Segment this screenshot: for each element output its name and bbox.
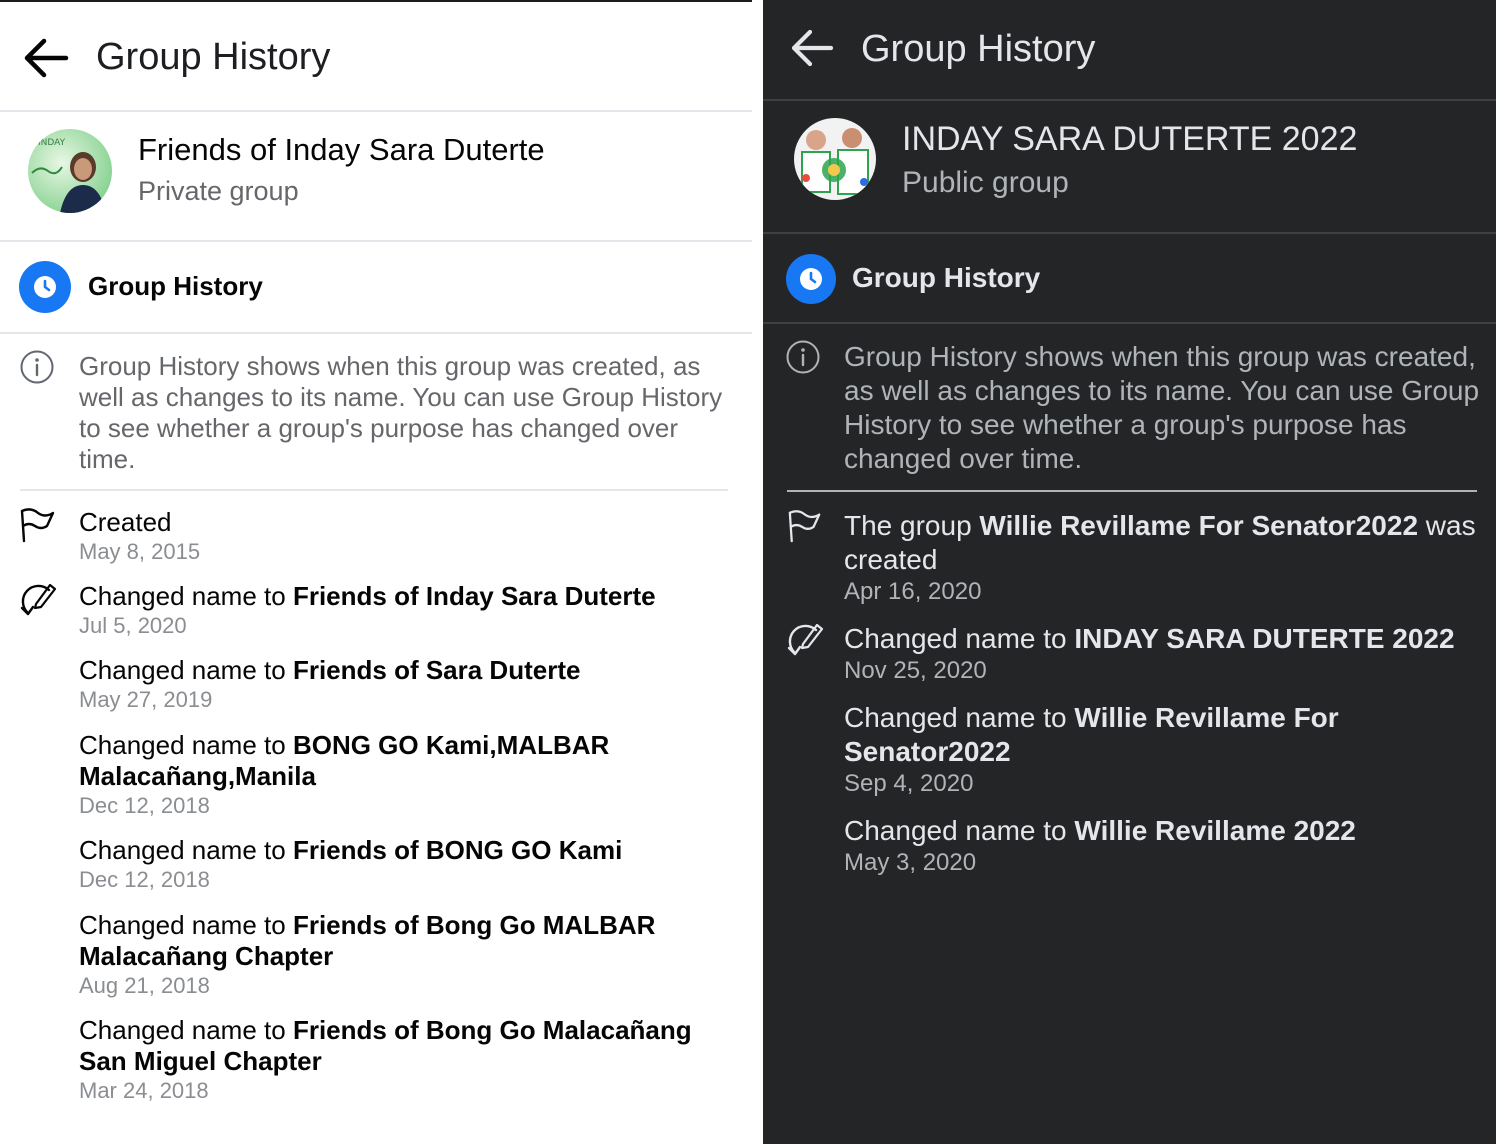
flag-icon: [19, 506, 57, 549]
entry-date: Mar 24, 2018: [79, 1078, 209, 1103]
entry-date: Sep 4, 2020: [844, 770, 974, 797]
group-name[interactable]: Friends of Inday Sara Duterte: [138, 132, 545, 168]
entry-group-name: Friends of BONG GO Kami: [292, 835, 623, 865]
group-privacy: Private group: [138, 176, 299, 206]
flag-icon: [787, 508, 823, 549]
edit-name-icon: [18, 580, 58, 623]
history-entry: Changed name to Friends of BONG GO Kami …: [79, 835, 739, 894]
group-avatar[interactable]: INDAY: [28, 129, 112, 213]
entry-prefix: Changed name to: [79, 655, 293, 685]
section-title: Group History: [88, 271, 263, 301]
entry-group-name: Friends of Inday Sara Duterte: [292, 581, 656, 611]
history-entry: Changed name to Willie Revillame 2022 Ma…: [844, 814, 1484, 878]
divider: [0, 332, 752, 334]
entry-date: May 8, 2015: [79, 539, 201, 564]
entry-prefix: Changed name to: [79, 1015, 293, 1045]
back-arrow-icon[interactable]: [22, 36, 70, 80]
info-description: Group History shows when this group was …: [79, 351, 723, 474]
group-privacy: Public group: [902, 166, 1069, 199]
divider: [763, 322, 1496, 324]
history-entry-created: The group Willie Revillame For Senator20…: [844, 509, 1484, 607]
info-icon: [19, 349, 55, 390]
entry-date: Dec 12, 2018: [79, 867, 210, 892]
entry-date: Dec 12, 2018: [79, 793, 210, 818]
panel-gap: [752, 0, 763, 1144]
entry-prefix: Changed name to: [79, 581, 293, 611]
history-entry: Changed name to BONG GO Kami,MALBAR Mala…: [79, 730, 639, 820]
history-entry: Changed name to Friends of Bong Go MALBA…: [79, 910, 679, 1000]
divider: [20, 489, 728, 491]
history-entry: Changed name to Willie Revillame For Sen…: [844, 701, 1364, 799]
history-entry: Changed name to INDAY SARA DUTERTE 2022 …: [844, 622, 1484, 686]
divider: [763, 99, 1496, 101]
entry-prefix: Changed name to: [844, 815, 1075, 846]
entry-date: Apr 16, 2020: [844, 578, 982, 605]
divider: [787, 490, 1477, 492]
clock-icon: [19, 261, 71, 313]
entry-prefix: Changed name to: [79, 730, 293, 760]
info-description: Group History shows when this group was …: [844, 341, 1480, 474]
section-title: Group History: [852, 262, 1041, 293]
entry-prefix: The group: [844, 510, 980, 541]
info-icon: [785, 339, 821, 380]
entry-date: Aug 21, 2018: [79, 973, 210, 998]
entry-label: Created: [79, 507, 172, 537]
back-arrow-icon[interactable]: [789, 28, 835, 68]
entry-date: May 27, 2019: [79, 687, 213, 712]
entry-date: Nov 25, 2020: [844, 657, 987, 684]
history-entry: Changed name to Friends of Bong Go Malac…: [79, 1015, 739, 1105]
entry-group-name: Friends of Sara Duterte: [292, 655, 581, 685]
entry-prefix: Changed name to: [844, 702, 1075, 733]
page-title: Group History: [96, 36, 331, 78]
divider: [763, 232, 1496, 234]
entry-group-name: Willie Revillame For Senator2022: [979, 510, 1419, 541]
entry-prefix: Changed name to: [844, 623, 1075, 654]
svg-text:INDAY: INDAY: [38, 138, 66, 148]
history-entry: Changed name to Friends of Sara Duterte …: [79, 655, 739, 714]
light-group-history-screen: Group History INDAY Friends of Inday Sar…: [0, 0, 752, 1144]
history-entry: Changed name to Friends of Inday Sara Du…: [79, 581, 739, 640]
history-entry-created: Created May 8, 2015: [79, 507, 739, 566]
group-name[interactable]: INDAY SARA DUTERTE 2022: [902, 120, 1357, 159]
group-avatar[interactable]: [794, 118, 876, 200]
dark-group-history-screen: Group History INDAY SARA DUTERTE 2022 Pu…: [763, 0, 1496, 1144]
entry-date: May 3, 2020: [844, 849, 977, 876]
entry-group-name: Willie Revillame 2022: [1074, 815, 1356, 846]
clock-icon: [786, 254, 836, 304]
entry-prefix: Changed name to: [79, 910, 293, 940]
divider: [0, 240, 752, 242]
page-title: Group History: [861, 28, 1096, 70]
edit-name-icon: [785, 620, 825, 663]
entry-group-name: INDAY SARA DUTERTE 2022: [1074, 623, 1455, 654]
entry-prefix: Changed name to: [79, 835, 293, 865]
entry-date: Jul 5, 2020: [79, 613, 187, 638]
divider: [0, 110, 752, 112]
